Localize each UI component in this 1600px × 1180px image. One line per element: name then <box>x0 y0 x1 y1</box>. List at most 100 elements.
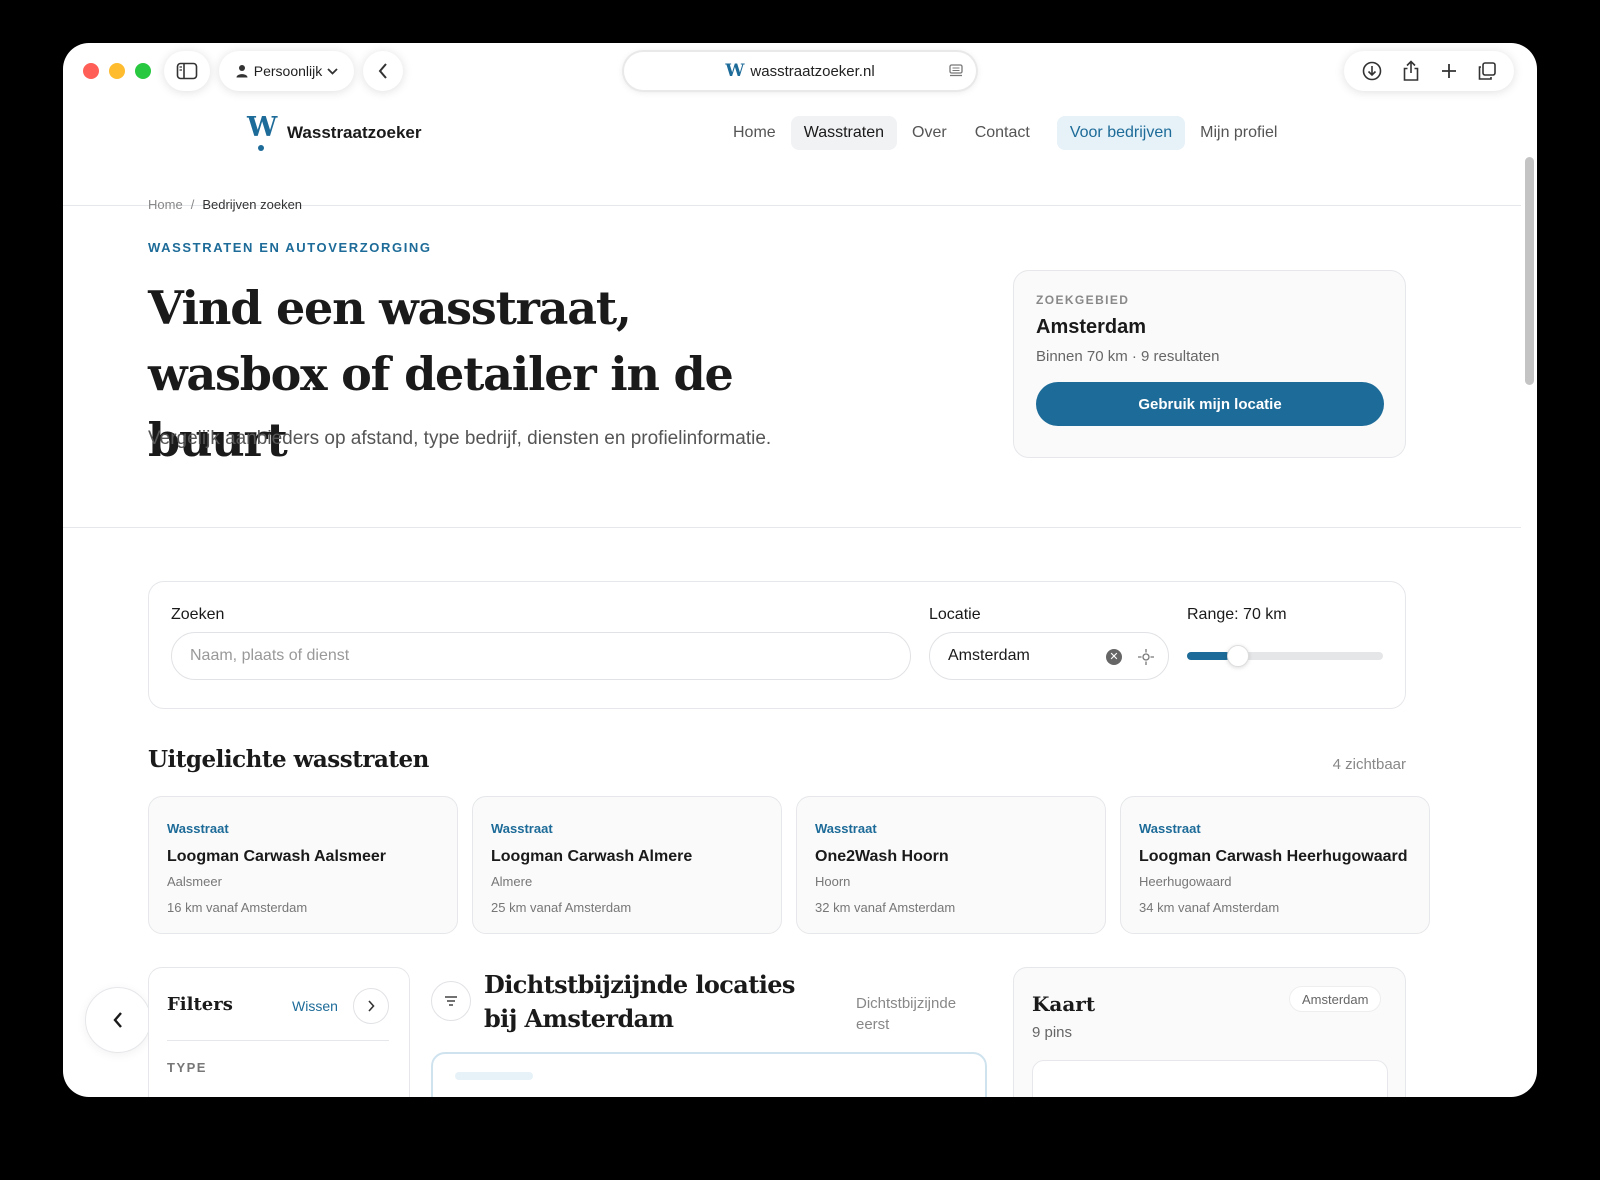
range-slider[interactable] <box>1187 645 1383 667</box>
browser-window: Persoonlijk W wasstraatzoeker.nl W Wasst… <box>63 43 1537 1097</box>
results-sort-label[interactable]: Dichtstbijzijnde eerst <box>856 993 986 1035</box>
location-label: Locatie <box>929 606 981 623</box>
range-slider-handle[interactable] <box>1227 645 1250 667</box>
featured-card[interactable]: Wasstraat Loogman Carwash Heerhugowaard … <box>1120 796 1430 934</box>
nav-mijn-profiel[interactable]: Mijn profiel <box>1187 116 1290 150</box>
hero-subtitle: Vergelijk aanbieders op afstand, type be… <box>148 428 772 449</box>
featured-card-name: Loogman Carwash Almere <box>491 848 693 865</box>
chevron-right-icon <box>368 1000 375 1012</box>
featured-card-city: Heerhugowaard <box>1139 874 1232 889</box>
search-label: Zoeken <box>171 606 225 623</box>
filters-title: Filters <box>167 994 233 1015</box>
result-card[interactable] <box>431 1052 987 1097</box>
site-favicon-icon: W <box>725 61 745 81</box>
map-title: Kaart <box>1032 992 1096 1016</box>
breadcrumb-home[interactable]: Home <box>148 197 183 212</box>
share-icon[interactable] <box>1401 60 1421 82</box>
tab-overview-icon[interactable] <box>1477 61 1497 81</box>
map-location-badge: Amsterdam <box>1289 986 1382 1012</box>
featured-card-type: Wasstraat <box>1139 821 1201 836</box>
chevron-down-icon <box>327 67 338 75</box>
location-input[interactable]: Amsterdam ✕ <box>929 632 1169 680</box>
close-window-button[interactable] <box>83 63 99 79</box>
search-panel: Zoeken Naam, plaats of dienst Locatie Am… <box>148 581 1406 709</box>
featured-card-distance: 16 km vanaf Amsterdam <box>167 900 308 915</box>
featured-card-distance: 25 km vanaf Amsterdam <box>491 900 632 915</box>
download-icon[interactable] <box>1362 61 1382 81</box>
search-area-city: Amsterdam <box>1036 316 1147 338</box>
featured-card-city: Almere <box>491 874 533 889</box>
featured-card-type: Wasstraat <box>815 821 877 836</box>
reader-mode-icon[interactable] <box>948 63 964 79</box>
window-controls <box>83 63 151 79</box>
clear-filters-link[interactable]: Wissen <box>292 998 338 1014</box>
minimize-window-button[interactable] <box>109 63 125 79</box>
search-input[interactable]: Naam, plaats of dienst <box>171 632 911 680</box>
site-header: W Wasstraatzoeker Home Wasstraten Over C… <box>63 103 1521 206</box>
map-canvas[interactable] <box>1032 1060 1388 1097</box>
range-slider-fill <box>1187 652 1231 660</box>
toolbar-actions <box>1344 51 1514 91</box>
scrollbar-thumb[interactable] <box>1525 157 1534 385</box>
featured-card-city: Aalsmeer <box>167 874 222 889</box>
section-divider <box>63 527 1521 528</box>
location-value: Amsterdam <box>948 647 1030 664</box>
featured-card[interactable]: Wasstraat Loogman Carwash Almere Almere … <box>472 796 782 934</box>
hero-eyebrow: WASSTRATEN EN AUTOVERZORGING <box>148 240 432 255</box>
result-card-type-badge <box>455 1072 533 1080</box>
zoom-window-button[interactable] <box>135 63 151 79</box>
logo-mark-icon: W <box>247 114 277 151</box>
crosshair-icon[interactable] <box>1136 647 1156 667</box>
filters-panel: Filters Wissen TYPE <box>148 967 410 1097</box>
featured-card-name: Loogman Carwash Heerhugowaard <box>1139 848 1408 865</box>
nav-home[interactable]: Home <box>720 116 789 150</box>
featured-card-distance: 34 km vanaf Amsterdam <box>1139 900 1280 915</box>
featured-list: Wasstraat Loogman Carwash Aalsmeer Aalsm… <box>148 796 1430 934</box>
featured-card[interactable]: Wasstraat Loogman Carwash Aalsmeer Aalsm… <box>148 796 458 934</box>
featured-card-city: Hoorn <box>815 874 851 889</box>
filters-divider <box>167 1040 389 1041</box>
filters-expand-button[interactable] <box>353 988 389 1024</box>
collapse-filters-button[interactable] <box>85 987 151 1053</box>
nav-contact[interactable]: Contact <box>962 116 1043 150</box>
filter-type-heading: TYPE <box>167 1060 207 1075</box>
featured-count: 4 zichtbaar <box>1332 756 1406 773</box>
featured-card[interactable]: Wasstraat One2Wash Hoorn Hoorn 32 km van… <box>796 796 1106 934</box>
breadcrumb-current: Bedrijven zoeken <box>202 197 303 212</box>
featured-card-type: Wasstraat <box>167 821 229 836</box>
profile-label: Persoonlijk <box>253 63 323 79</box>
site-name: Wasstraatzoeker <box>287 123 422 142</box>
chevron-left-icon <box>378 63 387 79</box>
breadcrumb: Home / Bedrijven zoeken <box>148 197 302 212</box>
clear-icon[interactable]: ✕ <box>1106 649 1122 665</box>
featured-card-type: Wasstraat <box>491 821 553 836</box>
nav-voor-bedrijven[interactable]: Voor bedrijven <box>1056 116 1186 150</box>
browser-toolbar: Persoonlijk W wasstraatzoeker.nl <box>63 43 1537 103</box>
results-title: Dichtstbijzijnde locaties bij Amsterdam <box>484 970 795 1033</box>
range-label: Range: 70 km <box>1187 606 1287 623</box>
address-bar[interactable]: W wasstraatzoeker.nl <box>624 52 976 90</box>
filter-lines-icon <box>445 996 457 1006</box>
site-logo[interactable]: W Wasstraatzoeker <box>247 114 422 151</box>
featured-card-name: One2Wash Hoorn <box>815 848 949 865</box>
chevron-left-icon <box>113 1012 122 1028</box>
url-text: wasstraatzoeker.nl <box>750 62 875 80</box>
nav-over[interactable]: Over <box>899 116 960 150</box>
featured-card-distance: 32 km vanaf Amsterdam <box>815 900 956 915</box>
featured-card-name: Loogman Carwash Aalsmeer <box>167 848 387 865</box>
profile-switcher[interactable]: Persoonlijk <box>219 51 354 91</box>
nav-wasstraten[interactable]: Wasstraten <box>790 116 898 150</box>
person-icon <box>236 65 248 78</box>
search-area-info: Binnen 70 km · 9 resultaten <box>1036 348 1220 365</box>
sidebar-icon <box>176 62 198 80</box>
back-button[interactable] <box>363 51 403 91</box>
new-tab-icon[interactable] <box>1440 62 1458 80</box>
sidebar-toggle-button[interactable] <box>164 51 210 91</box>
featured-title: Uitgelichte wasstraten <box>148 746 429 773</box>
page-scrollbar[interactable] <box>1521 103 1537 1097</box>
map-panel: Kaart 9 pins Amsterdam <box>1013 967 1406 1097</box>
sort-filter-button[interactable] <box>431 981 471 1021</box>
main-nav: Home Wasstraten Over Contact Voor bedrij… <box>720 116 1290 150</box>
use-my-location-button[interactable]: Gebruik mijn locatie <box>1036 382 1384 426</box>
search-area-label: ZOEKGEBIED <box>1036 293 1130 307</box>
